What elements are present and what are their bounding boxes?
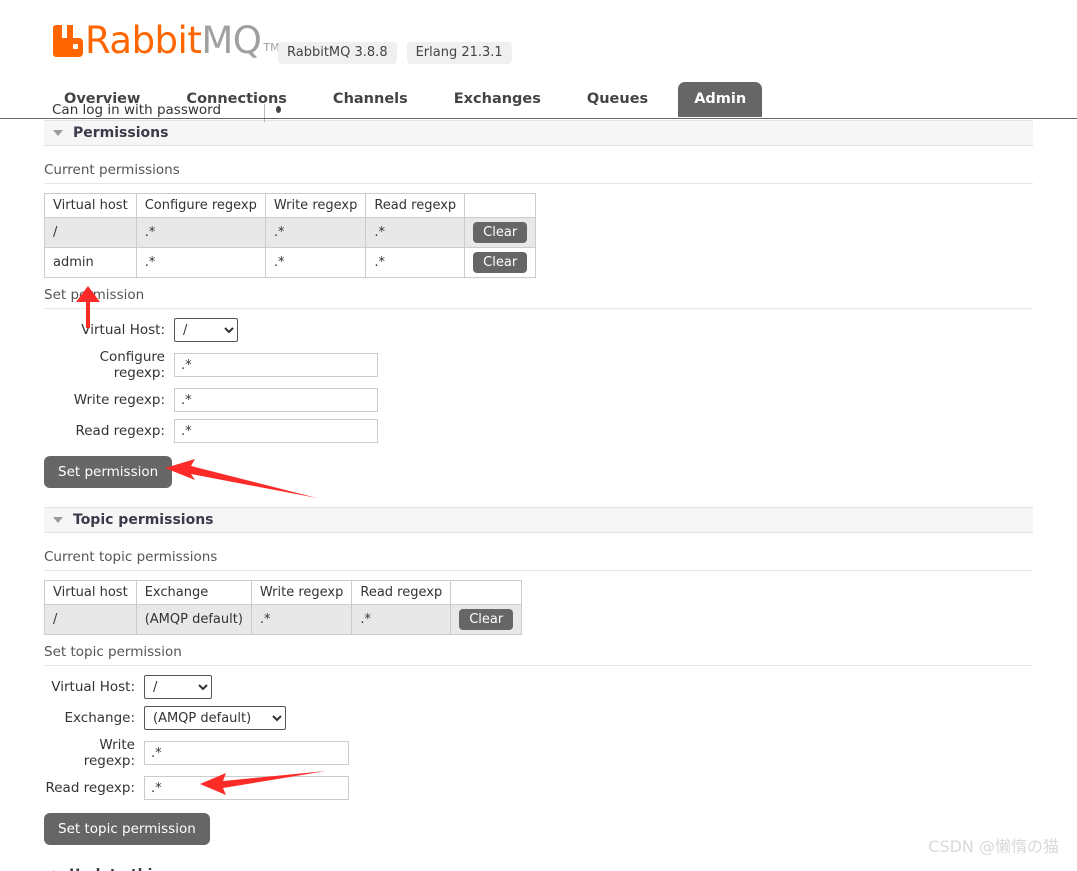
rabbitmq-logo[interactable]: Rabbit MQ TM bbox=[53, 19, 280, 62]
rabbitmq-logo-icon bbox=[53, 25, 83, 57]
label-configure-regexp: Configure regexp: bbox=[99, 349, 165, 381]
tab-admin[interactable]: Admin bbox=[678, 82, 763, 117]
table-header-row: Virtual host Exchange Write regexp Read … bbox=[44, 580, 523, 605]
tab-queues[interactable]: Queues bbox=[571, 82, 664, 117]
rabbitmq-admin-page: Rabbit MQ TM RabbitMQ 3.8.8 Erlang 21.3.1… bbox=[0, 0, 1077, 871]
configure-regexp-input[interactable] bbox=[174, 353, 378, 377]
set-permission-label: Set permission bbox=[44, 278, 1033, 309]
topic-read-regexp-input[interactable] bbox=[144, 776, 349, 800]
form-row-topic-exchange: Exchange: (AMQP default) bbox=[44, 706, 1033, 730]
clear-topic-permission-button[interactable]: Clear bbox=[459, 609, 514, 630]
col-exchange: Exchange bbox=[135, 580, 252, 605]
col-write-regexp: Write regexp bbox=[250, 580, 353, 605]
cell-virtual-host: / bbox=[44, 604, 137, 635]
cell-configure-regexp: .* bbox=[135, 247, 266, 278]
logo-text-rabbit: Rabbit bbox=[85, 19, 202, 62]
cell-write-regexp: .* bbox=[264, 217, 367, 248]
current-permissions-label: Current permissions bbox=[44, 146, 1033, 184]
form-row-virtual-host: Virtual Host: / bbox=[44, 318, 1033, 342]
form-row-read-regexp: Read regexp: bbox=[44, 419, 1033, 443]
badge-rabbitmq-version: RabbitMQ 3.8.8 bbox=[278, 42, 397, 64]
clear-permission-button[interactable]: Clear bbox=[473, 222, 528, 243]
set-topic-permission-button[interactable]: Set topic permission bbox=[44, 813, 210, 845]
cell-read-regexp: .* bbox=[365, 247, 466, 278]
cell-virtual-host: / bbox=[44, 217, 137, 248]
cell-exchange: (AMQP default) bbox=[135, 604, 252, 635]
col-actions bbox=[464, 193, 537, 218]
label-topic-exchange: Exchange: bbox=[64, 710, 135, 726]
cell-read-regexp: .* bbox=[351, 604, 452, 635]
topic-permissions-section-header[interactable]: Topic permissions bbox=[44, 507, 1033, 533]
topic-exchange-select[interactable]: (AMQP default) bbox=[144, 706, 286, 730]
cell-virtual-host: admin bbox=[44, 247, 137, 278]
topic-write-regexp-input[interactable] bbox=[144, 741, 349, 765]
admin-content: Permissions Current permissions Virtual … bbox=[0, 120, 1077, 871]
form-row-topic-read-regexp: Read regexp: bbox=[44, 776, 1033, 800]
update-this-user-label: Update this user bbox=[69, 867, 200, 871]
watermark: CSDN @懒惰の猫 bbox=[928, 837, 1059, 856]
table-row: / (AMQP default) .* .* Clear bbox=[44, 604, 523, 635]
form-row-topic-virtual-host: Virtual Host: / bbox=[44, 675, 1033, 699]
page-header: Rabbit MQ TM RabbitMQ 3.8.8 Erlang 21.3.1 bbox=[0, 0, 1077, 82]
cell-action: Clear bbox=[450, 604, 523, 635]
cell-write-regexp: .* bbox=[250, 604, 353, 635]
col-virtual-host: Virtual host bbox=[44, 580, 137, 605]
cell-action: Clear bbox=[464, 247, 537, 278]
read-regexp-input[interactable] bbox=[174, 419, 378, 443]
clear-permission-button[interactable]: Clear bbox=[473, 252, 528, 273]
current-topic-permissions-label: Current topic permissions bbox=[44, 533, 1033, 571]
permissions-section-title: Permissions bbox=[73, 125, 169, 141]
form-row-configure-regexp: Configure regexp: bbox=[44, 349, 1033, 381]
write-regexp-input[interactable] bbox=[174, 388, 378, 412]
cell-read-regexp: .* bbox=[365, 217, 466, 248]
table-header-row: Virtual host Configure regexp Write rege… bbox=[44, 193, 537, 218]
label-topic-virtual-host: Virtual Host: bbox=[51, 679, 135, 695]
set-permission-button[interactable]: Set permission bbox=[44, 456, 173, 488]
label-virtual-host: Virtual Host: bbox=[81, 322, 165, 338]
update-this-user-toggle[interactable]: Update this user bbox=[44, 867, 1033, 871]
form-row-write-regexp: Write regexp: bbox=[44, 388, 1033, 412]
set-permission-form: Virtual Host: / Configure regexp: Write … bbox=[44, 318, 1033, 488]
current-permissions-table: Virtual host Configure regexp Write rege… bbox=[44, 193, 537, 278]
main-navigation: Overview Connections Channels Exchanges … bbox=[0, 82, 1077, 119]
tab-connections[interactable]: Connections bbox=[170, 82, 303, 117]
current-topic-permissions-table: Virtual host Exchange Write regexp Read … bbox=[44, 580, 523, 635]
cell-write-regexp: .* bbox=[264, 247, 367, 278]
label-topic-read-regexp: Read regexp: bbox=[45, 780, 135, 796]
badge-erlang-version: Erlang 21.3.1 bbox=[406, 42, 512, 64]
label-read-regexp: Read regexp: bbox=[75, 423, 165, 439]
table-row: admin .* .* .* Clear bbox=[44, 247, 537, 278]
tab-overview[interactable]: Overview bbox=[48, 82, 156, 117]
logo-text-mq: MQ bbox=[201, 19, 262, 62]
col-write-regexp: Write regexp bbox=[264, 193, 367, 218]
permissions-section-header[interactable]: Permissions bbox=[44, 120, 1033, 146]
topic-permissions-section-title: Topic permissions bbox=[73, 512, 214, 528]
tab-channels[interactable]: Channels bbox=[317, 82, 424, 117]
table-row: / .* .* .* Clear bbox=[44, 217, 537, 248]
tab-exchanges[interactable]: Exchanges bbox=[438, 82, 557, 117]
version-badges: RabbitMQ 3.8.8 Erlang 21.3.1 bbox=[278, 42, 512, 64]
label-topic-write-regexp: Write regexp: bbox=[83, 737, 135, 769]
set-topic-permission-label: Set topic permission bbox=[44, 635, 1033, 666]
chevron-down-icon bbox=[53, 517, 63, 523]
col-configure-regexp: Configure regexp bbox=[135, 193, 266, 218]
col-actions bbox=[450, 580, 523, 605]
label-write-regexp: Write regexp: bbox=[73, 392, 165, 408]
form-row-topic-write-regexp: Write regexp: bbox=[44, 737, 1033, 769]
col-virtual-host: Virtual host bbox=[44, 193, 137, 218]
cell-action: Clear bbox=[464, 217, 537, 248]
cell-configure-regexp: .* bbox=[135, 217, 266, 248]
chevron-down-icon bbox=[53, 130, 63, 136]
col-read-regexp: Read regexp bbox=[351, 580, 452, 605]
set-topic-permission-form: Virtual Host: / Exchange: (AMQP default)… bbox=[44, 675, 1033, 845]
virtual-host-select[interactable]: / bbox=[174, 318, 238, 342]
topic-virtual-host-select[interactable]: / bbox=[144, 675, 212, 699]
col-read-regexp: Read regexp bbox=[365, 193, 466, 218]
